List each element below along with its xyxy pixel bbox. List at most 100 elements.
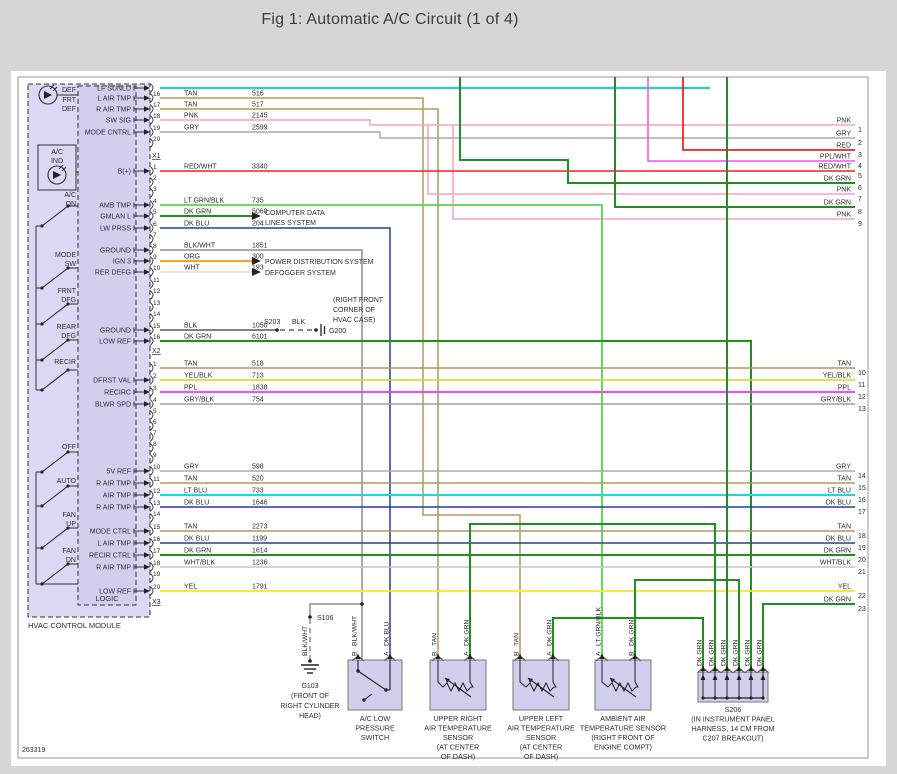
page: { "title": "Fig 1: Automatic A/C Circuit… (0, 0, 897, 774)
exit-number: 2 (858, 140, 862, 147)
circuit-number-label: 1838 (252, 385, 268, 392)
exit-number: 21 (858, 569, 866, 576)
logic-box (77, 85, 137, 606)
ac-ind-indicator-label: IND (51, 158, 63, 165)
signal-label: L AIR TMP (98, 541, 132, 548)
exit-number: 9 (858, 221, 862, 228)
signal-label: IGN 3 (113, 259, 131, 266)
pin-number: 3 (153, 186, 157, 193)
upper-left-air-temp-sensor-pin-color-label: TAN (514, 633, 521, 646)
ac-on-switch-label: A/C (64, 192, 76, 199)
ac-low-pressure-switch-label: SWITCH (361, 733, 389, 742)
s106-label: S106 (317, 615, 333, 622)
pin-number: 17 (153, 548, 161, 555)
upper-right-air-temp-sensor-label: UPPER RIGHT (433, 714, 483, 723)
g200-dot (314, 328, 318, 332)
signal-label: BLWR SPD (95, 402, 131, 409)
ambient-air-temp-sensor-pin-letter: A (596, 651, 603, 656)
exit-color-label: RED/WHT (818, 164, 851, 171)
exit-number: 5 (858, 173, 862, 180)
exit-number: 4 (858, 163, 862, 170)
defogger-arrow-text: DEFOGGER SYSTEM (265, 270, 336, 277)
upper-right-air-temp-sensor-label: (AT CENTER (437, 743, 479, 752)
circuit-number-label: 204 (252, 221, 264, 228)
pin-number: 1 (153, 164, 157, 171)
signal-label: AMB TMP (99, 203, 131, 210)
signal-label: LOW REF (99, 589, 131, 596)
upper-left-air-temp-sensor-box (512, 659, 570, 711)
computer-data-lines-arrow-text: LINES SYSTEM (265, 220, 316, 227)
exit-color-label: DK GRN (824, 597, 851, 604)
wire-color-label: TAN (184, 102, 197, 109)
wire-color-label: YEL (184, 584, 197, 591)
exit-color-label: TAN (838, 361, 851, 368)
wire-color-label: WHT (184, 265, 201, 272)
wire-color-label: PPL (184, 385, 197, 392)
s206-splice-pack-label: S206 (725, 705, 742, 714)
frt-def-label-label: FRT (63, 97, 77, 104)
upper-right-air-temp-sensor-pin-color-label: TAN (432, 633, 439, 646)
signal-label: RER DEFG (95, 270, 131, 277)
wire-color-label: GRY/BLK (184, 397, 215, 404)
exit-color-label: YEL (838, 584, 851, 591)
pin-number: 3 (153, 385, 157, 392)
figure-number: 263319 (22, 747, 45, 754)
exit-number: 22 (858, 593, 866, 600)
s206-splice-pack-pin-color-label: DK GRN (697, 639, 704, 666)
pin-number: 8 (153, 441, 157, 448)
hvac-case-note: HVAC CASE) (333, 317, 375, 324)
pin-number: 19 (153, 125, 161, 132)
exit-color-label: LT BLU (828, 488, 851, 495)
exit-color-label: RED (836, 143, 851, 150)
exit-number: 14 (858, 473, 866, 480)
s203-label: S203 (264, 319, 280, 326)
circuit-number-label: 2599 (252, 125, 268, 132)
g103-label: (FRONT OF (291, 693, 329, 700)
upper-left-air-temp-sensor-label: SENSOR (526, 733, 556, 742)
circuit-number-label: 3340 (252, 164, 268, 171)
pin-number: 13 (153, 500, 161, 507)
power-distribution-arrow-text: POWER DISTRIBUTION SYSTEM (265, 259, 374, 266)
signal-label: SW SIG (106, 118, 131, 125)
exit-number: 17 (858, 509, 866, 516)
pin-number: 20 (153, 584, 161, 591)
pin-number: 5 (153, 408, 157, 415)
pin-number: 15 (153, 524, 161, 531)
exit-color-label: GRY (836, 131, 851, 138)
exit-number: 11 (858, 382, 865, 389)
circuit-number-label: 735 (252, 198, 264, 205)
pin-number: 17 (153, 102, 161, 109)
ac-low-pressure-switch-label: A/C LOW (360, 714, 391, 723)
connector-group-label: X3 (152, 599, 161, 606)
pin-number: 8 (153, 243, 157, 250)
circuit-number-label: 1614 (252, 548, 268, 555)
ambient-air-temp-sensor-pin-color-label: DK GRN (629, 619, 636, 646)
upper-left-air-temp-sensor-pin-color-label: DK GRN (547, 619, 554, 646)
wire-color-label: TAN (184, 91, 197, 98)
g103-ground-symbol-dot (308, 659, 312, 663)
exit-color-label: TAN (838, 524, 851, 531)
upper-left-air-temp-sensor-label: AIR TEMPERATURE (507, 724, 575, 733)
wire-color-label: GRY (184, 125, 199, 132)
exit-color-label: DK GRN (824, 200, 851, 207)
signal-label: DFRST VAL (93, 378, 131, 385)
pin-number: 9 (153, 452, 157, 459)
s206-splice-pack-label: (IN INSTRUMENT PANEL (691, 715, 775, 724)
ambient-air-temp-sensor-pin-letter: B (629, 651, 636, 656)
wire-color-label: DK GRN (184, 209, 211, 216)
wire-color-label: DK GRN (184, 548, 211, 555)
exit-color-label: DK BLU (826, 536, 851, 543)
wire-color-label: TAN (184, 476, 197, 483)
upper-left-air-temp-sensor-pin-letter: A (547, 651, 554, 656)
exit-color-label: PNK (837, 118, 852, 125)
fan-up-switch-label: FAN (62, 512, 76, 519)
pin-number: 20 (153, 136, 161, 143)
circuit-number-label: 1199 (252, 536, 267, 543)
rear-dfg-switch-label: REAR (57, 324, 76, 331)
ambient-air-temp-sensor-label: TEMPERATURE SENSOR (580, 724, 666, 733)
off-switch-label: OFF (62, 444, 76, 451)
g103-label: RIGHT CYLINDER (281, 703, 340, 710)
exit-number: 10 (858, 370, 866, 377)
pin-number: 14 (153, 311, 161, 318)
signal-label: R AIR TMP (96, 505, 131, 512)
